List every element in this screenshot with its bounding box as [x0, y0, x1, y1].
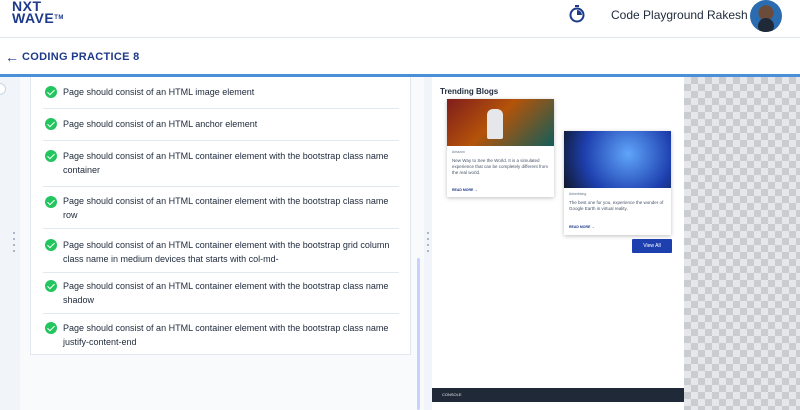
view-all-button[interactable]: View All: [632, 239, 672, 253]
left-strip: [0, 77, 20, 410]
list-item: Page should consist of an HTML container…: [43, 273, 399, 314]
blog-tag: Advertising: [569, 192, 587, 196]
check-circle-icon: [45, 150, 57, 162]
drag-handle-icon[interactable]: [427, 232, 431, 256]
nxtwave-logo[interactable]: NXT WAVETM: [12, 0, 64, 26]
list-item: Page should consist of an HTML anchor el…: [43, 109, 399, 141]
check-circle-icon: [45, 239, 57, 251]
list-item: Page should consist of an HTML container…: [43, 141, 399, 187]
blog-image: [564, 131, 671, 188]
transparent-area: [684, 77, 800, 410]
test-case-text: Page should consist of an HTML container…: [63, 151, 389, 175]
blog-description: New Way to See the World. It is a simula…: [452, 158, 548, 175]
blog-description: The best one for you, experience the won…: [569, 200, 664, 211]
scrollbar[interactable]: [417, 258, 420, 410]
check-circle-icon: [45, 322, 57, 334]
console-label: CONSOLE: [442, 392, 462, 397]
logo-tm: TM: [54, 15, 64, 21]
blog-image: [447, 99, 554, 146]
test-case-text: Page should consist of an HTML container…: [63, 240, 390, 264]
top-bar: NXT WAVETM Code Playground Rakesh: [0, 0, 800, 38]
list-item: Page should consist of an HTML container…: [43, 229, 399, 273]
test-case-text: Page should consist of an HTML anchor el…: [63, 119, 258, 129]
test-case-text: Page should consist of an HTML container…: [63, 196, 389, 220]
timer-icon[interactable]: [569, 5, 585, 23]
blog-tag: Amazon: [452, 150, 465, 154]
check-circle-icon: [45, 86, 57, 98]
logo-line-2: WAVE: [12, 10, 55, 26]
sub-header: ← CODING PRACTICE 8: [0, 39, 800, 74]
drag-handle-icon[interactable]: [13, 232, 17, 256]
list-item: Page should consist of an HTML container…: [43, 187, 399, 229]
avatar[interactable]: [750, 0, 782, 32]
blog-card: Amazon New Way to See the World. It is a…: [447, 99, 554, 197]
page-title: CODING PRACTICE 8: [22, 51, 140, 63]
output-preview: Trending Blogs Amazon New Way to See the…: [432, 77, 684, 388]
list-item: Page should consist of an HTML image ele…: [43, 77, 399, 109]
test-case-text: Page should consist of an HTML container…: [63, 281, 389, 305]
test-cases-panel: Page should consist of an HTML image ele…: [0, 77, 424, 410]
left-arrow-icon[interactable]: ←: [5, 49, 19, 65]
list-item: Page should consist of an HTML container…: [43, 314, 399, 355]
console-bar[interactable]: CONSOLE: [432, 388, 684, 402]
test-case-text: Page should consist of an HTML image ele…: [63, 87, 255, 97]
username[interactable]: Rakesh: [707, 8, 748, 22]
test-cases-list: Page should consist of an HTML image ele…: [30, 77, 411, 355]
check-circle-icon: [45, 280, 57, 292]
test-case-text: Page should consist of an HTML container…: [63, 323, 389, 347]
read-more-link[interactable]: READ MORE →: [452, 188, 478, 192]
preview-heading: Trending Blogs: [440, 87, 499, 96]
check-circle-icon: [45, 118, 57, 130]
preview-footer: [432, 402, 684, 410]
check-circle-icon: [45, 196, 57, 208]
blog-card: Advertising The best one for you, experi…: [564, 131, 671, 235]
code-playground-link[interactable]: Code Playground: [611, 8, 704, 22]
read-more-link[interactable]: READ MORE →: [569, 225, 595, 229]
